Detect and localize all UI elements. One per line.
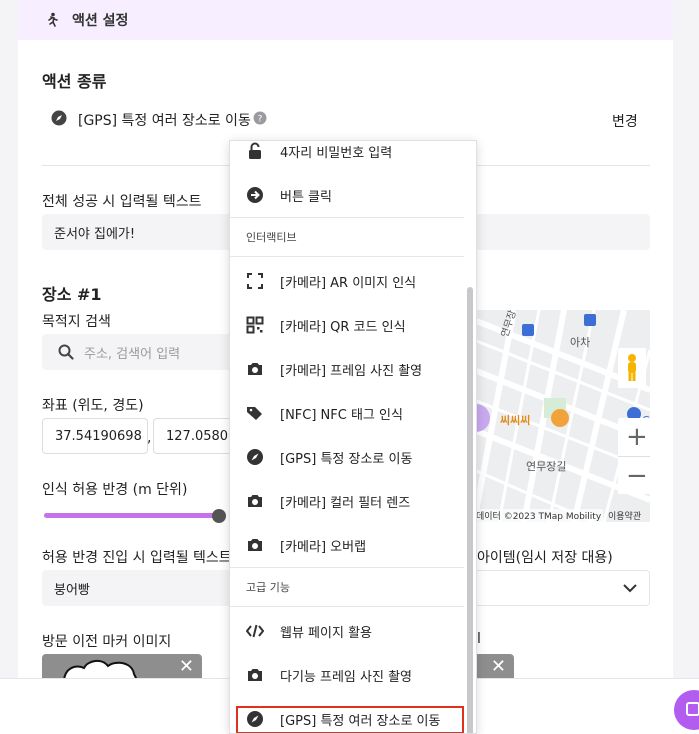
- map-terms-link[interactable]: 이용약관: [608, 509, 641, 522]
- dropdown-item-button-click[interactable]: 버튼 클릭: [230, 173, 464, 217]
- scan-frame-icon: [247, 273, 263, 289]
- dropdown-group-interactive: 인터랙티브: [230, 217, 464, 257]
- zoom-out-button[interactable]: −: [618, 456, 650, 494]
- item-select-dropdown[interactable]: [477, 570, 650, 606]
- dropdown-item-color-filter[interactable]: [카메라] 컬러 필터 렌즈: [230, 479, 464, 523]
- dropdown-item-qr-code[interactable]: [카메라] QR 코드 인식: [230, 303, 464, 347]
- square-icon: [686, 702, 699, 716]
- camera-icon: [248, 363, 262, 375]
- map-poi-label: 씨씨씨: [500, 414, 531, 427]
- camera-icon: [248, 539, 262, 551]
- remove-marker-after-button[interactable]: ✕: [491, 656, 506, 677]
- zoom-in-button[interactable]: +: [618, 418, 650, 456]
- destination-search-input[interactable]: 주소, 검색어 입력: [42, 334, 232, 370]
- dropdown-item-ar-image[interactable]: [카메라] AR 이미지 인식: [230, 259, 464, 303]
- longitude-input[interactable]: 127.05808: [153, 418, 236, 454]
- latitude-input[interactable]: 37.54190698: [42, 418, 148, 454]
- map-street-label: 연무장길: [526, 460, 567, 473]
- map-street-label: 아차: [570, 336, 591, 349]
- dropdown-item-passcode[interactable]: 4자리 비밀번호 입력: [230, 141, 464, 173]
- dropdown-item-overlap[interactable]: [카메라] 오버랩: [230, 523, 464, 567]
- street-view-button[interactable]: [618, 348, 646, 388]
- success-text-label: 전체 성공 시 입력될 텍스트: [42, 194, 202, 210]
- help-icon[interactable]: ?: [253, 111, 267, 125]
- marker-before-label: 방문 이전 마커 이미지: [42, 634, 172, 650]
- arrow-circle-icon: [247, 187, 263, 203]
- enter-text-input[interactable]: 붕어빵: [42, 570, 232, 606]
- marker-after-label: l: [477, 631, 481, 647]
- selected-item-highlight: [236, 706, 464, 733]
- enter-text-label: 허용 반경 진입 시 입력될 텍스트: [42, 550, 232, 566]
- dropdown-item-gps-place[interactable]: [GPS] 특정 장소로 이동: [230, 435, 464, 479]
- compass-icon: [51, 110, 67, 126]
- dropdown-item-nfc-tag[interactable]: [NFC] NFC 태그 인식: [230, 391, 464, 435]
- map-attribution: 데이터 ©2023 TMap Mobility: [474, 509, 604, 522]
- action-type-title: 액션 종류: [42, 72, 107, 91]
- dropdown-group-advanced: 고급 기능: [230, 567, 464, 607]
- action-type-dropdown[interactable]: 4자리 비밀번호 입력 버튼 클릭 인터랙티브 [카메라] AR 이미지 인식 …: [229, 140, 477, 734]
- remove-marker-before-button[interactable]: ✕: [179, 656, 194, 677]
- map-view[interactable]: 연무장13길 아차 연무장길 씨씨씨 C + − 데이터 ©2023 TMap …: [474, 310, 650, 522]
- camera-icon: [248, 669, 262, 681]
- svg-text:?: ?: [258, 115, 263, 125]
- zoom-controls: + −: [618, 418, 650, 494]
- panel-header: 액션 설정: [18, 0, 673, 40]
- item-select-label: 아이템(임시 저장 대용): [477, 550, 613, 566]
- search-icon: [58, 344, 74, 360]
- chevron-down-icon: [623, 584, 637, 593]
- radius-label: 인식 허용 반경 (m 단위): [42, 482, 188, 498]
- radius-slider-handle[interactable]: [212, 509, 226, 523]
- change-action-button[interactable]: 변경: [612, 111, 638, 131]
- dropdown-item-webview[interactable]: 웹뷰 페이지 활용: [230, 609, 464, 653]
- dropdown-scrollbar[interactable]: [467, 287, 473, 733]
- coordinate-separator: ,: [147, 430, 152, 446]
- destination-search-label: 목적지 검색: [42, 314, 111, 330]
- dropdown-item-frame-photo[interactable]: [카메라] 프레임 사진 촬영: [230, 347, 464, 391]
- place-title: 장소 #1: [42, 285, 102, 304]
- panel-title: 액션 설정: [72, 13, 129, 29]
- search-placeholder: 주소, 검색어 입력: [84, 346, 181, 362]
- camera-icon: [248, 495, 262, 507]
- lock-open-icon: [249, 142, 261, 159]
- radius-slider-track[interactable]: [44, 513, 220, 518]
- pegman-icon: [628, 354, 636, 381]
- compass-icon: [247, 449, 263, 465]
- selected-action-label: [GPS] 특정 여러 장소로 이동: [78, 113, 251, 129]
- qr-code-icon: [246, 316, 264, 334]
- code-icon: [246, 624, 264, 638]
- running-person-icon: [48, 12, 58, 27]
- dropdown-item-multi-frame-photo[interactable]: 다기능 프레임 사진 촬영: [230, 653, 464, 697]
- coordinates-label: 좌표 (위도, 경도): [42, 398, 144, 414]
- tag-icon: [247, 407, 262, 420]
